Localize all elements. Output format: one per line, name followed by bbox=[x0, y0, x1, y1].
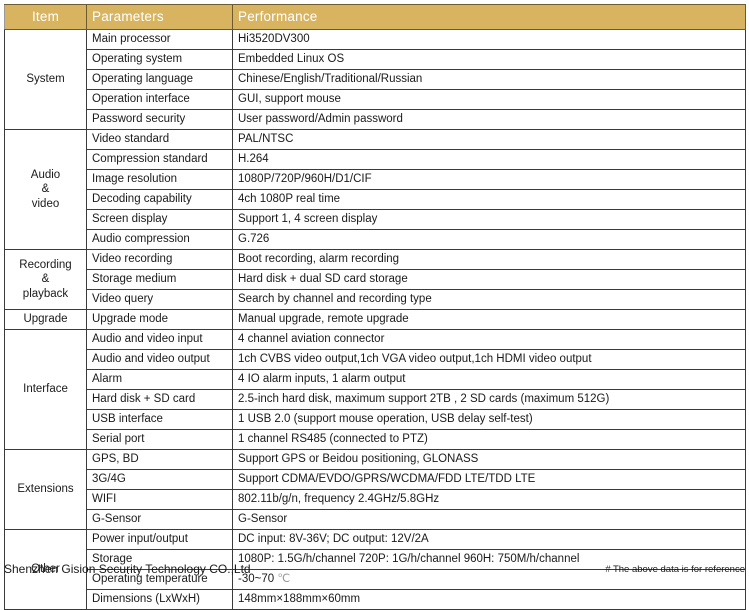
parameter-cell: Compression standard bbox=[86, 149, 233, 170]
parameter-cell: Operation interface bbox=[86, 89, 233, 110]
table-row: System Main processor Hi3520DV300 bbox=[4, 29, 746, 130]
parameter-cell: Power input/output bbox=[86, 529, 233, 550]
parameter-cell: WIFI bbox=[86, 489, 233, 510]
table-row: Dimensions (LxWxH) 148mm×188mm×60mm bbox=[5, 589, 746, 610]
performance-cell: Support CDMA/EVDO/GPRS/WCDMA/FDD LTE/TDD… bbox=[232, 469, 746, 490]
table-row: Hard disk + SD card 2.5-inch hard disk, m… bbox=[5, 389, 746, 410]
specification-table: Item Parameters Performance System Main p… bbox=[4, 4, 746, 610]
table-row: Video query Search by channel and recordi… bbox=[5, 289, 746, 310]
group-label: Upgrade bbox=[4, 309, 87, 330]
performance-cell: 1ch CVBS video output,1ch VGA video outp… bbox=[232, 349, 746, 370]
table-row: Decoding capability 4ch 1080P real time bbox=[5, 189, 746, 210]
table-row: WIFI 802.11b/g/n, frequency 2.4GHz/5.8GHz bbox=[5, 489, 746, 510]
table-row: Other Power input/output DC input: 8V-36V;… bbox=[4, 529, 746, 610]
table-header: Item Parameters Performance bbox=[4, 4, 746, 30]
parameter-cell: GPS, BD bbox=[86, 449, 233, 470]
table-row: Alarm 4 IO alarm inputs, 1 alarm output bbox=[5, 369, 746, 390]
performance-cell: Support 1, 4 screen display bbox=[232, 209, 746, 230]
table-row: 3G/4G Support CDMA/EVDO/GPRS/WCDMA/FDD LT… bbox=[5, 469, 746, 490]
table-row: Interface Audio and video input 4 channel … bbox=[4, 329, 746, 450]
table-row: Password security User password/Admin pas… bbox=[5, 109, 746, 130]
parameter-cell: Serial port bbox=[86, 429, 233, 450]
parameter-cell: Operating system bbox=[86, 49, 233, 70]
parameter-cell: Screen display bbox=[86, 209, 233, 230]
column-header-parameters: Parameters bbox=[86, 4, 233, 30]
performance-cell: G-Sensor bbox=[232, 509, 746, 530]
parameter-cell: Audio and video input bbox=[86, 329, 233, 350]
performance-cell: User password/Admin password bbox=[232, 109, 746, 130]
table-row: Storage medium Hard disk + dual SD card s… bbox=[5, 269, 746, 290]
performance-cell: Boot recording, alarm recording bbox=[232, 249, 746, 270]
parameter-cell: Hard disk + SD card bbox=[86, 389, 233, 410]
parameter-cell: Decoding capability bbox=[86, 189, 233, 210]
performance-cell: 4 channel aviation connector bbox=[232, 329, 746, 350]
table-body: System Main processor Hi3520DV300 Operating… bbox=[4, 29, 746, 610]
table-row: Upgrade Upgrade mode Manual upgrade, remot… bbox=[4, 309, 746, 330]
group-label: Audio & video bbox=[4, 129, 87, 250]
parameter-cell: Dimensions (LxWxH) bbox=[86, 589, 233, 610]
group-label: Interface bbox=[4, 329, 87, 450]
parameter-cell: Upgrade mode bbox=[86, 309, 233, 330]
reference-notice: # The above data is for reference bbox=[605, 563, 745, 575]
parameter-cell: Audio compression bbox=[86, 229, 233, 250]
table-row: Extensions GPS, BD Support GPS or Beidou p… bbox=[4, 449, 746, 530]
parameter-cell: Main processor bbox=[86, 29, 233, 50]
performance-cell: 2.5-inch hard disk, maximum support 2TB … bbox=[232, 389, 746, 410]
group-label: System bbox=[4, 29, 87, 130]
table-row: Operating language Chinese/English/Tradit… bbox=[5, 69, 746, 90]
parameter-cell: Password security bbox=[86, 109, 233, 130]
parameter-cell: Audio and video output bbox=[86, 349, 233, 370]
table-row: Compression standard H.264 bbox=[5, 149, 746, 170]
performance-cell: 4 IO alarm inputs, 1 alarm output bbox=[232, 369, 746, 390]
performance-cell: 802.11b/g/n, frequency 2.4GHz/5.8GHz bbox=[232, 489, 746, 510]
table-row: Audio & video Video standard PAL/NTSC bbox=[4, 129, 746, 250]
table-row: Recording & playback Video recording Boot re… bbox=[4, 249, 746, 310]
table-row: Image resolution 1080P/720P/960H/D1/CIF bbox=[5, 169, 746, 190]
performance-cell: DC input: 8V-36V; DC output: 12V/2A bbox=[232, 529, 746, 550]
parameter-cell: G-Sensor bbox=[86, 509, 233, 530]
table-row: G-Sensor G-Sensor bbox=[5, 509, 746, 530]
parameter-cell: 3G/4G bbox=[86, 469, 233, 490]
table-row: Audio compression G.726 bbox=[5, 229, 746, 250]
performance-cell: 4ch 1080P real time bbox=[232, 189, 746, 210]
performance-cell: Search by channel and recording type bbox=[232, 289, 746, 310]
column-header-performance: Performance bbox=[232, 4, 746, 30]
group-label: Extensions bbox=[4, 449, 87, 530]
spec-sheet: Item Parameters Performance System Main p… bbox=[0, 0, 749, 610]
parameter-cell: Storage medium bbox=[86, 269, 233, 290]
performance-cell: 148mm×188mm×60mm bbox=[232, 589, 746, 610]
parameter-cell: Image resolution bbox=[86, 169, 233, 190]
parameter-cell: USB interface bbox=[86, 409, 233, 430]
performance-cell: Support GPS or Beidou positioning, GLONA… bbox=[232, 449, 746, 470]
performance-cell: G.726 bbox=[232, 229, 746, 250]
footer: Shenzhen Gision Security Technology CO.,… bbox=[4, 559, 745, 579]
parameter-cell: Video standard bbox=[86, 129, 233, 150]
performance-cell: Hi3520DV300 bbox=[232, 29, 746, 50]
performance-cell: H.264 bbox=[232, 149, 746, 170]
performance-cell: GUI, support mouse bbox=[232, 89, 746, 110]
performance-cell: PAL/NTSC bbox=[232, 129, 746, 150]
group-label: Recording & playback bbox=[4, 249, 87, 310]
table-row: Audio and video output 1ch CVBS video out… bbox=[5, 349, 746, 370]
performance-cell: 1 USB 2.0 (support mouse operation, USB … bbox=[232, 409, 746, 430]
parameter-cell: Operating language bbox=[86, 69, 233, 90]
table-row: Operation interface GUI, support mouse bbox=[5, 89, 746, 110]
table-row: Serial port 1 channel RS485 (connected to… bbox=[5, 429, 746, 450]
table-row: USB interface 1 USB 2.0 (support mouse op… bbox=[5, 409, 746, 430]
parameter-cell: Video query bbox=[86, 289, 233, 310]
performance-cell: Hard disk + dual SD card storage bbox=[232, 269, 746, 290]
table-header-row: Item Parameters Performance bbox=[4, 4, 746, 30]
company-name: Shenzhen Gision Security Technology CO.,… bbox=[4, 562, 251, 576]
performance-cell: 1 channel RS485 (connected to PTZ) bbox=[232, 429, 746, 450]
performance-cell: Embedded Linux OS bbox=[232, 49, 746, 70]
performance-cell: 1080P/720P/960H/D1/CIF bbox=[232, 169, 746, 190]
parameter-cell: Alarm bbox=[86, 369, 233, 390]
column-header-item: Item bbox=[4, 4, 87, 30]
table-row: Screen display Support 1, 4 screen displa… bbox=[5, 209, 746, 230]
performance-cell: Chinese/English/Traditional/Russian bbox=[232, 69, 746, 90]
performance-cell: Manual upgrade, remote upgrade bbox=[232, 309, 746, 330]
parameter-cell: Video recording bbox=[86, 249, 233, 270]
table-row: Operating system Embedded Linux OS bbox=[5, 49, 746, 70]
